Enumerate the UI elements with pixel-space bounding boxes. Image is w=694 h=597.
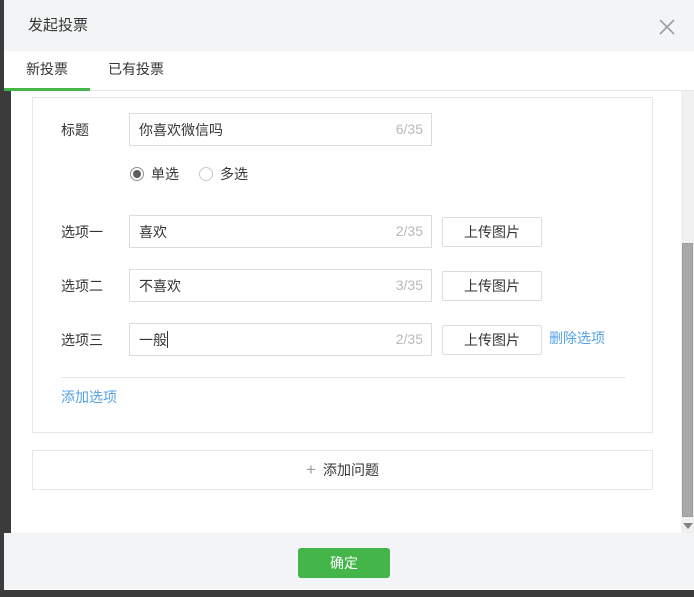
option2-input-wrap: 3/35 [129, 269, 432, 302]
card-divider [61, 377, 626, 378]
option2-input[interactable] [129, 269, 432, 302]
page-background: { "dialog": { "title": "发起投票", "close_ic… [0, 0, 694, 597]
add-question-label: 添加问题 [323, 460, 379, 480]
radio-selected-icon [130, 167, 144, 181]
add-question-button[interactable]: + 添加问题 [32, 450, 653, 490]
dialog-footer: 确定 [4, 533, 694, 589]
option2-char-counter: 3/35 [396, 269, 423, 302]
radio-multi-choice[interactable]: 多选 [199, 164, 248, 184]
tab-existing-poll[interactable]: 已有投票 [90, 51, 182, 91]
title-input[interactable] [129, 113, 432, 146]
option1-input-wrap: 2/35 [129, 215, 432, 248]
tab-new-poll[interactable]: 新投票 [4, 51, 90, 91]
confirm-button[interactable]: 确定 [298, 548, 390, 578]
scrollbar-thumb[interactable] [682, 243, 693, 517]
text-caret [167, 331, 168, 348]
option2-upload-image-button[interactable]: 上传图片 [442, 271, 542, 301]
option3-delete-link[interactable]: 删除选项 [549, 328, 605, 348]
title-char-counter: 6/35 [396, 113, 423, 146]
option2-label: 选项二 [61, 276, 103, 296]
option1-label: 选项一 [61, 222, 103, 242]
option3-input-wrap: 2/35 [129, 323, 432, 356]
plus-icon: + [306, 460, 316, 480]
page-overlay-edge [4, 91, 11, 533]
option3-label: 选项三 [61, 330, 103, 350]
radio-single-label: 单选 [151, 164, 179, 184]
choice-mode-group: 单选 多选 [130, 164, 268, 184]
radio-multi-label: 多选 [220, 164, 248, 184]
option3-upload-image-button[interactable]: 上传图片 [442, 325, 542, 355]
radio-unselected-icon [199, 167, 213, 181]
close-icon[interactable] [658, 18, 676, 36]
add-option-link[interactable]: 添加选项 [61, 387, 117, 407]
tab-new-poll-label: 新投票 [26, 61, 68, 77]
option3-input[interactable] [129, 323, 432, 356]
option3-char-counter: 2/35 [396, 323, 423, 356]
option1-char-counter: 2/35 [396, 215, 423, 248]
create-poll-dialog: 发起投票 新投票 已有投票 标题 6/35 [4, 0, 694, 590]
question-card: 标题 6/35 单选 多选 选项一 2/35 [32, 97, 653, 433]
scroll-down-icon[interactable] [683, 523, 693, 529]
title-label: 标题 [61, 120, 89, 140]
tab-existing-poll-label: 已有投票 [108, 61, 164, 77]
option1-upload-image-button[interactable]: 上传图片 [442, 217, 542, 247]
dialog-header: 发起投票 [4, 0, 694, 51]
option1-input[interactable] [129, 215, 432, 248]
radio-single-choice[interactable]: 单选 [130, 164, 179, 184]
tab-bar: 新投票 已有投票 [4, 51, 694, 91]
vertical-scrollbar[interactable] [681, 91, 694, 533]
title-input-wrap: 6/35 [129, 113, 432, 146]
dialog-title: 发起投票 [28, 0, 88, 51]
